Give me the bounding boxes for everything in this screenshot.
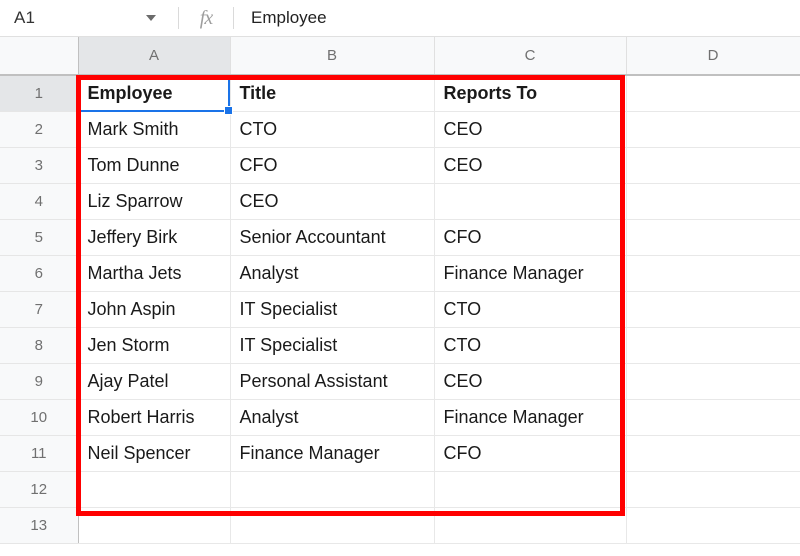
fx-icon: fx bbox=[199, 7, 213, 29]
cell-a7[interactable]: John Aspin bbox=[78, 291, 231, 328]
fill-handle[interactable] bbox=[224, 106, 233, 115]
cell-d7[interactable] bbox=[626, 291, 800, 328]
formula-bar: A1 fx Employee bbox=[0, 0, 800, 37]
table-row: 8 Jen Storm IT Specialist CTO bbox=[0, 327, 800, 364]
cell-a10[interactable]: Robert Harris bbox=[78, 399, 231, 436]
cell-a11[interactable]: Neil Spencer bbox=[78, 435, 231, 472]
cell-d1[interactable] bbox=[626, 75, 800, 112]
row-header[interactable]: 12 bbox=[0, 471, 79, 508]
table-row: 11 Neil Spencer Finance Manager CFO bbox=[0, 435, 800, 472]
row-header[interactable]: 8 bbox=[0, 327, 79, 364]
cell-a12[interactable] bbox=[78, 471, 231, 508]
cell-c9[interactable]: CEO bbox=[434, 363, 627, 400]
row-header[interactable]: 3 bbox=[0, 147, 79, 184]
cell-b2[interactable]: CTO bbox=[230, 111, 435, 148]
cell-c7[interactable]: CTO bbox=[434, 291, 627, 328]
cell-b4[interactable]: CEO bbox=[230, 183, 435, 220]
table-row: 9 Ajay Patel Personal Assistant CEO bbox=[0, 363, 800, 400]
cell-d13[interactable] bbox=[626, 507, 800, 544]
table-row: 13 bbox=[0, 507, 800, 544]
table-row: 6 Martha Jets Analyst Finance Manager bbox=[0, 255, 800, 292]
row-header[interactable]: 10 bbox=[0, 399, 79, 436]
row-header[interactable]: 6 bbox=[0, 255, 79, 292]
row-header[interactable]: 2 bbox=[0, 111, 79, 148]
cell-c8[interactable]: CTO bbox=[434, 327, 627, 364]
column-header-d[interactable]: D bbox=[626, 37, 800, 76]
table-row: 1 Employee Title Reports To bbox=[0, 75, 800, 112]
cell-c1[interactable]: Reports To bbox=[434, 75, 627, 112]
cell-c11[interactable]: CFO bbox=[434, 435, 627, 472]
row-header[interactable]: 7 bbox=[0, 291, 79, 328]
row-header[interactable]: 5 bbox=[0, 219, 79, 256]
cell-a8[interactable]: Jen Storm bbox=[78, 327, 231, 364]
cell-c3[interactable]: CEO bbox=[434, 147, 627, 184]
cell-b3[interactable]: CFO bbox=[230, 147, 435, 184]
name-box-value: A1 bbox=[14, 8, 36, 27]
cell-b1[interactable]: Title bbox=[230, 75, 435, 112]
row-header[interactable]: 4 bbox=[0, 183, 79, 220]
select-all-corner[interactable] bbox=[0, 37, 79, 76]
cell-c2[interactable]: CEO bbox=[434, 111, 627, 148]
cell-d9[interactable] bbox=[626, 363, 800, 400]
cell-b6[interactable]: Analyst bbox=[230, 255, 435, 292]
row-header[interactable]: 13 bbox=[0, 507, 79, 544]
spreadsheet-app: A1 fx Employee A B C D 1 Employee Title … bbox=[0, 0, 800, 556]
table-row: 10 Robert Harris Analyst Finance Manager bbox=[0, 399, 800, 436]
cell-a6[interactable]: Martha Jets bbox=[78, 255, 231, 292]
chevron-down-icon[interactable] bbox=[146, 15, 156, 21]
table-row: 7 John Aspin IT Specialist CTO bbox=[0, 291, 800, 328]
cell-c12[interactable] bbox=[434, 471, 627, 508]
cell-b5[interactable]: Senior Accountant bbox=[230, 219, 435, 256]
cell-d10[interactable] bbox=[626, 399, 800, 436]
cell-a13[interactable] bbox=[78, 507, 231, 544]
cell-c5[interactable]: CFO bbox=[434, 219, 627, 256]
table-row: 3 Tom Dunne CFO CEO bbox=[0, 147, 800, 184]
cell-a2[interactable]: Mark Smith bbox=[78, 111, 231, 148]
cell-b11[interactable]: Finance Manager bbox=[230, 435, 435, 472]
cell-b13[interactable] bbox=[230, 507, 435, 544]
cell-c6[interactable]: Finance Manager bbox=[434, 255, 627, 292]
grid-table: A B C D 1 Employee Title Reports To 2 Ma… bbox=[0, 37, 800, 544]
cell-a9[interactable]: Ajay Patel bbox=[78, 363, 231, 400]
row-header[interactable]: 1 bbox=[0, 75, 79, 112]
cell-a1[interactable]: Employee bbox=[78, 75, 231, 112]
cell-a3[interactable]: Tom Dunne bbox=[78, 147, 231, 184]
cell-d5[interactable] bbox=[626, 219, 800, 256]
cell-d6[interactable] bbox=[626, 255, 800, 292]
table-row: 12 bbox=[0, 471, 800, 508]
cell-d11[interactable] bbox=[626, 435, 800, 472]
row-header[interactable]: 11 bbox=[0, 435, 79, 472]
formula-input[interactable]: Employee bbox=[234, 0, 800, 37]
cell-b9[interactable]: Personal Assistant bbox=[230, 363, 435, 400]
cell-a5[interactable]: Jeffery Birk bbox=[78, 219, 231, 256]
table-row: 5 Jeffery Birk Senior Accountant CFO bbox=[0, 219, 800, 256]
cell-d3[interactable] bbox=[626, 147, 800, 184]
cell-c10[interactable]: Finance Manager bbox=[434, 399, 627, 436]
table-row: 4 Liz Sparrow CEO bbox=[0, 183, 800, 220]
row-header[interactable]: 9 bbox=[0, 363, 79, 400]
column-header-b[interactable]: B bbox=[230, 37, 435, 76]
function-button[interactable]: fx bbox=[179, 0, 233, 37]
cell-b7[interactable]: IT Specialist bbox=[230, 291, 435, 328]
column-header-a[interactable]: A bbox=[78, 37, 231, 76]
column-header-row: A B C D bbox=[0, 37, 800, 76]
cell-a4[interactable]: Liz Sparrow bbox=[78, 183, 231, 220]
cell-b8[interactable]: IT Specialist bbox=[230, 327, 435, 364]
cell-b10[interactable]: Analyst bbox=[230, 399, 435, 436]
spreadsheet-grid: A B C D 1 Employee Title Reports To 2 Ma… bbox=[0, 37, 800, 556]
cell-d2[interactable] bbox=[626, 111, 800, 148]
table-row: 2 Mark Smith CTO CEO bbox=[0, 111, 800, 148]
column-header-c[interactable]: C bbox=[434, 37, 627, 76]
cell-d8[interactable] bbox=[626, 327, 800, 364]
cell-c13[interactable] bbox=[434, 507, 627, 544]
name-box[interactable]: A1 bbox=[0, 0, 178, 37]
cell-d12[interactable] bbox=[626, 471, 800, 508]
cell-d4[interactable] bbox=[626, 183, 800, 220]
cell-b12[interactable] bbox=[230, 471, 435, 508]
grid-body: 1 Employee Title Reports To 2 Mark Smith… bbox=[0, 75, 800, 544]
cell-c4[interactable] bbox=[434, 183, 627, 220]
